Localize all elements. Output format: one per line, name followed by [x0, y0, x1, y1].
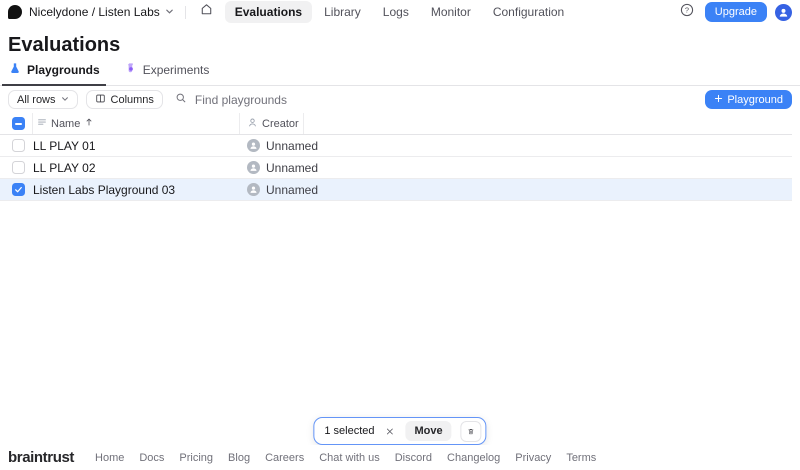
playground-name[interactable]: LL PLAY 01 [33, 135, 240, 156]
person-outline-icon [247, 117, 258, 131]
home-button[interactable] [197, 0, 216, 24]
page-footer: braintrust Home Docs Pricing Blog Career… [0, 445, 800, 470]
nav-item-library[interactable]: Library [314, 1, 371, 23]
table-header-row: Name Creator [0, 113, 792, 135]
clear-selection-button[interactable] [384, 425, 397, 438]
svg-text:?: ? [685, 5, 689, 14]
help-button[interactable]: ? [677, 0, 697, 25]
table-toolbar: All rows Columns Playground [0, 86, 800, 113]
row-filler-cell [304, 157, 792, 178]
plus-icon [714, 94, 723, 106]
workspace-label: Nicelydone / Listen Labs [29, 5, 160, 19]
row-checkbox-cell [0, 179, 33, 200]
workspace-switcher[interactable]: Nicelydone / Listen Labs [29, 5, 174, 19]
chevron-down-icon [61, 94, 69, 106]
top-bar-right: ? Upgrade [677, 0, 792, 25]
chevron-down-icon [165, 5, 174, 19]
new-playground-button[interactable]: Playground [705, 90, 792, 109]
footer-link-changelog[interactable]: Changelog [447, 452, 500, 464]
trash-icon [468, 428, 474, 434]
tab-playgrounds[interactable]: Playgrounds [2, 60, 106, 86]
nav-item-configuration[interactable]: Configuration [483, 1, 574, 23]
divider [184, 5, 186, 19]
creator-avatar-icon [247, 161, 260, 174]
check-icon [15, 186, 22, 193]
footer-link-chat[interactable]: Chat with us [319, 452, 380, 464]
close-icon [387, 428, 393, 434]
nav-item-evaluations[interactable]: Evaluations [224, 1, 313, 23]
columns-icon [95, 93, 106, 107]
main-nav: Evaluations Library Logs Monitor Configu… [224, 1, 574, 23]
footer-link-careers[interactable]: Careers [265, 452, 304, 464]
selection-count: 1 selected [324, 425, 375, 437]
tab-playgrounds-label: Playgrounds [27, 62, 100, 77]
footer-link-docs[interactable]: Docs [139, 452, 164, 464]
delete-button[interactable] [460, 420, 482, 442]
playgrounds-table: Name Creator LL PLAY 01 Unnamed LL PLAY … [0, 113, 792, 201]
text-type-icon [37, 117, 47, 130]
new-playground-label: Playground [727, 93, 783, 106]
table-row[interactable]: LL PLAY 01 Unnamed [0, 135, 792, 157]
experiments-beaker-icon [125, 62, 137, 77]
columns-button[interactable]: Columns [85, 90, 163, 109]
table-row[interactable]: Listen Labs Playground 03 Unnamed [0, 179, 792, 201]
header-checkbox-cell [0, 113, 33, 134]
row-filler-cell [304, 135, 792, 156]
row-filler-cell [304, 179, 792, 200]
help-icon: ? [680, 3, 694, 22]
creator-cell: Unnamed [240, 157, 318, 178]
rows-filter-label: All rows [17, 93, 56, 106]
footer-link-terms[interactable]: Terms [566, 452, 596, 464]
column-creator-label: Creator [262, 117, 299, 130]
tab-experiments-label: Experiments [142, 62, 210, 77]
table-row[interactable]: LL PLAY 02 Unnamed [0, 157, 792, 179]
playground-name[interactable]: LL PLAY 02 [33, 157, 240, 178]
page-title: Evaluations [8, 34, 121, 56]
sort-ascending-icon [84, 117, 94, 130]
footer-link-blog[interactable]: Blog [228, 452, 250, 464]
search-input[interactable] [192, 91, 333, 108]
person-icon [779, 8, 788, 17]
column-name-label: Name [51, 117, 81, 130]
search-icon [175, 91, 187, 109]
column-header-creator[interactable]: Creator [240, 113, 304, 134]
creator-avatar-icon [247, 183, 260, 196]
braintrust-wordmark: braintrust [8, 449, 75, 466]
selection-action-bar: 1 selected Move [313, 417, 487, 445]
section-tabs: Playgrounds Experiments [0, 60, 800, 86]
indeterminate-dash-icon [15, 122, 22, 125]
row-checkbox[interactable] [12, 161, 25, 174]
nav-item-logs[interactable]: Logs [373, 1, 419, 23]
footer-link-home[interactable]: Home [95, 452, 124, 464]
columns-label: Columns [110, 93, 154, 106]
home-icon [200, 3, 213, 21]
footer-link-discord[interactable]: Discord [395, 452, 432, 464]
column-header-name[interactable]: Name [33, 113, 240, 134]
user-avatar[interactable] [775, 3, 792, 21]
nav-item-monitor[interactable]: Monitor [421, 1, 481, 23]
footer-link-pricing[interactable]: Pricing [179, 452, 213, 464]
footer-link-privacy[interactable]: Privacy [515, 452, 551, 464]
playground-name[interactable]: Listen Labs Playground 03 [33, 179, 240, 200]
top-bar: Nicelydone / Listen Labs Evaluations Lib… [0, 0, 800, 24]
rows-filter-button[interactable]: All rows [8, 90, 78, 109]
row-checkbox-cell [0, 157, 33, 178]
row-checkbox[interactable] [12, 183, 25, 196]
header-filler-cell [304, 113, 792, 134]
tab-experiments[interactable]: Experiments [118, 60, 216, 85]
move-button[interactable]: Move [405, 421, 452, 441]
row-checkbox-cell [0, 135, 33, 156]
creator-avatar-icon [247, 139, 260, 152]
search-box [175, 91, 333, 109]
playgrounds-flask-icon [9, 62, 21, 77]
upgrade-button[interactable]: Upgrade [704, 2, 767, 22]
braintrust-logo-icon [8, 5, 22, 19]
row-checkbox[interactable] [12, 139, 25, 152]
creator-cell: Unnamed [240, 135, 318, 156]
creator-cell: Unnamed [240, 179, 318, 200]
select-all-checkbox[interactable] [12, 117, 25, 130]
